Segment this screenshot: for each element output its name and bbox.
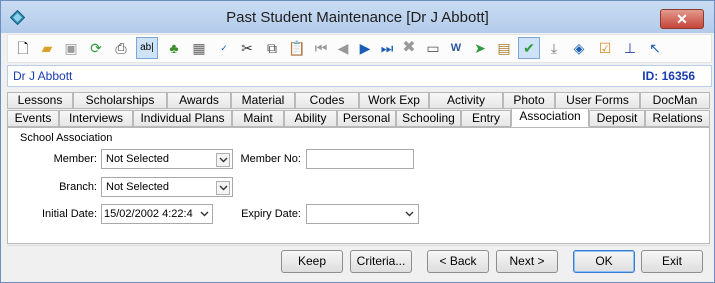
footer-divider (7, 245, 710, 246)
keep-button[interactable]: Keep (281, 250, 343, 273)
initial-date-input[interactable]: 15/02/2002 4:22:4 (101, 204, 213, 224)
cut-icon[interactable]: ✂ (236, 37, 258, 59)
tab-work-exp[interactable]: Work Exp (359, 92, 429, 109)
tab-lessons[interactable]: Lessons (7, 92, 73, 109)
text-field-icon[interactable]: ab| (136, 37, 158, 59)
criteria-button[interactable]: Criteria... (350, 250, 412, 273)
toolbar: 🗋 ▰ ▣ ⟳ ⎙ ab| ♣ ▦ ✓ ✂ ⧉ 📋 ⏮ ◀ ▶ ⏭ ✖ ▭ W … (7, 34, 712, 63)
calculator-icon[interactable]: ▦ (188, 37, 210, 59)
copy-icon[interactable]: ⧉ (261, 37, 283, 59)
chevron-down-icon[interactable] (216, 181, 230, 195)
tab-row-2: Events Interviews Individual Plans Maint… (7, 108, 710, 128)
pin-icon[interactable]: ⊥ (619, 37, 641, 59)
tab-codes[interactable]: Codes (295, 92, 359, 109)
member-select-value: Not Selected (106, 153, 169, 165)
chevron-down-icon[interactable] (200, 205, 209, 223)
tab-deposit[interactable]: Deposit (589, 110, 645, 127)
app-window: Past Student Maintenance [Dr J Abbott] ✕… (0, 0, 715, 283)
member-no-input[interactable] (306, 149, 414, 169)
chevron-down-icon[interactable] (216, 153, 230, 167)
delete-icon[interactable]: ✖ (398, 37, 420, 59)
clipboard-icon[interactable]: ▤ (493, 37, 515, 59)
tab-photo[interactable]: Photo (503, 92, 555, 109)
tree-icon[interactable]: ♣ (163, 37, 185, 59)
first-record-icon[interactable]: ⏮ (310, 37, 332, 59)
branch-select[interactable]: Not Selected (101, 177, 233, 197)
tab-schooling[interactable]: Schooling (396, 110, 461, 127)
record-id: ID: 16356 (642, 69, 695, 83)
tab-scholarships[interactable]: Scholarships (73, 92, 167, 109)
branch-label: Branch: (59, 181, 97, 193)
save-icon[interactable]: ▣ (60, 37, 82, 59)
member-label: Member: (53, 153, 97, 165)
tab-relations[interactable]: Relations (645, 110, 710, 127)
tab-ability[interactable]: Ability (284, 110, 337, 127)
window-title: Past Student Maintenance [Dr J Abbott] (226, 9, 489, 26)
tag-icon[interactable]: ◈ (568, 37, 590, 59)
member-select[interactable]: Not Selected (101, 149, 233, 169)
print-icon[interactable]: ⎙ (110, 37, 132, 59)
initial-date-label: Initial Date: (41, 208, 97, 220)
refresh-icon[interactable]: ⟳ (85, 37, 107, 59)
download-icon[interactable]: ⤓ (543, 37, 565, 59)
branch-select-value: Not Selected (106, 181, 169, 193)
member-no-label: Member No: (240, 153, 301, 165)
group-label-school-association: School Association (20, 132, 113, 144)
tab-events[interactable]: Events (7, 110, 59, 127)
new-document-icon[interactable]: 🗋 (12, 37, 34, 59)
task-checklist-icon[interactable]: ☑ (594, 37, 616, 59)
expiry-date-input[interactable] (306, 204, 419, 224)
checked-tray-icon[interactable]: ✔ (518, 37, 540, 59)
back-button[interactable]: < Back (427, 250, 489, 273)
word-document-icon[interactable]: W (445, 37, 467, 59)
arrow-up-left-icon[interactable]: ↖ (644, 37, 666, 59)
tab-user-forms[interactable]: User Forms (555, 92, 640, 109)
tab-awards[interactable]: Awards (167, 92, 231, 109)
tab-association[interactable]: Association (511, 108, 589, 127)
tab-maint[interactable]: Maint (232, 110, 284, 127)
tab-activity[interactable]: Activity (429, 92, 503, 109)
chevron-down-icon[interactable] (405, 205, 414, 223)
tab-row-1: Lessons Scholarships Awards Material Cod… (7, 92, 710, 110)
exit-button[interactable]: Exit (641, 250, 703, 273)
next-button[interactable]: Next > (496, 250, 558, 273)
last-record-icon[interactable]: ⏭ (376, 37, 398, 59)
record-header: Dr J Abbott ID: 16356 (7, 65, 712, 87)
open-folder-icon[interactable]: ▰ (36, 37, 58, 59)
record-name: Dr J Abbott (13, 69, 73, 83)
card-icon[interactable]: ▭ (422, 37, 444, 59)
tab-personal[interactable]: Personal (337, 110, 396, 127)
title-bar[interactable]: Past Student Maintenance [Dr J Abbott] ✕ (1, 1, 714, 33)
tab-entry[interactable]: Entry (461, 110, 511, 127)
next-record-icon[interactable]: ▶ (354, 37, 376, 59)
tab-docman[interactable]: DocMan (640, 92, 710, 109)
tab-interviews[interactable]: Interviews (59, 110, 133, 127)
paste-icon[interactable]: 📋 (286, 37, 308, 59)
spellcheck-icon[interactable]: ✓ (213, 37, 235, 59)
ok-button[interactable]: OK (573, 250, 635, 273)
previous-record-icon[interactable]: ◀ (332, 37, 354, 59)
tab-material[interactable]: Material (231, 92, 295, 109)
expiry-date-label: Expiry Date: (241, 208, 301, 220)
initial-date-value: 15/02/2002 4:22:4 (104, 208, 193, 220)
tab-individual-plans[interactable]: Individual Plans (133, 110, 232, 127)
forward-icon[interactable]: ➤ (469, 37, 491, 59)
close-button[interactable]: ✕ (660, 9, 704, 29)
